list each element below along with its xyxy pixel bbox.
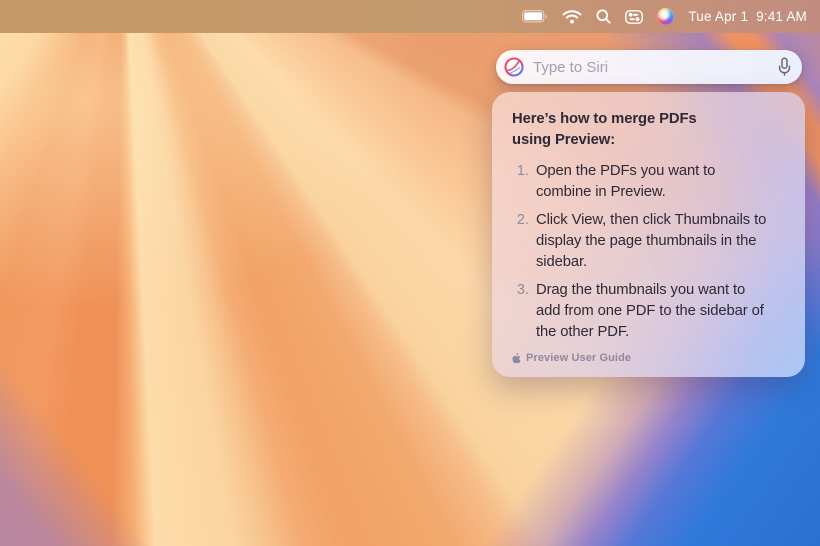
- step-text: Drag the thumbnails you want to add from…: [536, 280, 764, 343]
- step-text: Open the PDFs you want to combine in Pre…: [536, 161, 715, 203]
- response-title: Here’s how to merge PDFs using Preview:: [512, 109, 785, 151]
- source-link[interactable]: Preview User Guide: [512, 352, 631, 364]
- siri-orb-icon: [504, 57, 524, 77]
- source-label: Preview User Guide: [526, 352, 631, 364]
- step-number: 1.: [512, 161, 529, 203]
- wifi-icon[interactable]: [562, 0, 582, 33]
- menu-bar: Tue Apr 1 9:41 AM: [0, 0, 820, 33]
- control-center-icon[interactable]: [625, 0, 643, 33]
- step-text: Click View, then click Thumbnails to dis…: [536, 210, 766, 273]
- response-steps: 1. Open the PDFs you want to combine in …: [512, 161, 785, 343]
- siri-response-card: Here’s how to merge PDFs using Preview: …: [492, 92, 805, 377]
- siri-input-bar[interactable]: [496, 50, 802, 84]
- microphone-icon[interactable]: [777, 57, 792, 77]
- menu-bar-clock[interactable]: Tue Apr 1 9:41 AM: [688, 9, 807, 24]
- list-item: 1. Open the PDFs you want to combine in …: [512, 161, 785, 203]
- step-number: 3.: [512, 280, 529, 343]
- apple-logo-icon: [512, 353, 521, 364]
- step-number: 2.: [512, 210, 529, 273]
- siri-text-input[interactable]: [533, 59, 768, 76]
- desktop-screen: Tue Apr 1 9:41 AM: [0, 0, 820, 546]
- list-item: 3. Drag the thumbnails you want to add f…: [512, 280, 785, 343]
- siri-icon[interactable]: [657, 0, 674, 33]
- search-icon[interactable]: [596, 0, 611, 33]
- list-item: 2. Click View, then click Thumbnails to …: [512, 210, 785, 273]
- battery-icon[interactable]: [522, 0, 548, 33]
